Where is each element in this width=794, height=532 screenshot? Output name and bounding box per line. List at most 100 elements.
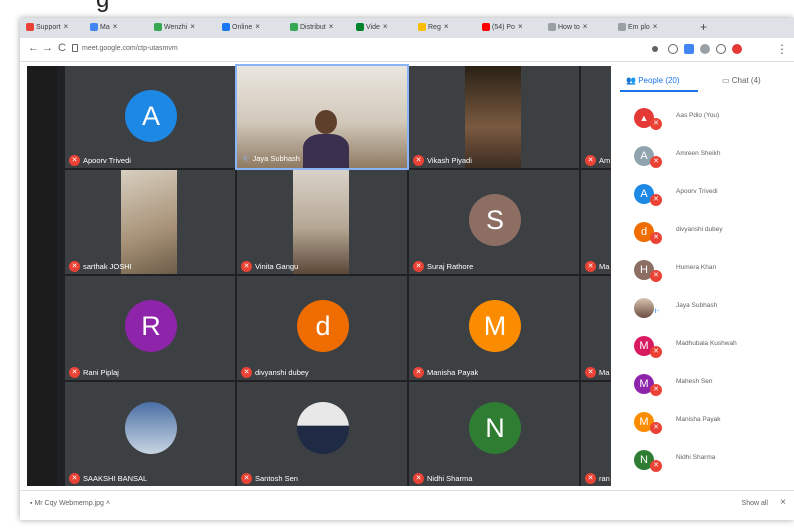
close-tab-icon[interactable]: × <box>255 22 260 31</box>
url-field[interactable]: meet.google.com/ctp-utasmvm <box>82 45 178 52</box>
participant-tile[interactable]: ✕ Vikash Piyadi <box>409 66 579 168</box>
filmstrip-edge <box>27 66 57 486</box>
show-all-downloads-link[interactable]: Show all <box>742 500 768 507</box>
download-bar: ▪ Mr Cqy Webmemp.jpg ˄ Show all × <box>20 490 794 520</box>
people-list-item[interactable]: ▲ ✕ Aas Pdio (You) <box>612 102 794 140</box>
profile-photo <box>125 402 177 454</box>
participant-name: Am <box>599 156 611 166</box>
participant-tile[interactable]: ✕ Ma <box>581 170 611 274</box>
participant-tile[interactable]: N ✕ Nidhi Sharma <box>409 382 579 486</box>
reload-button[interactable]: C <box>58 42 66 54</box>
tab-support[interactable]: Support × <box>26 22 86 38</box>
speaking-indicator-icon: ·ı· <box>652 306 660 315</box>
avatar: A <box>125 90 177 142</box>
mic-off-icon: ✕ <box>585 473 596 485</box>
participant-tile[interactable]: M ✕ Manisha Payak <box>409 276 579 380</box>
close-tab-icon[interactable]: × <box>190 22 195 31</box>
people-list-item[interactable]: M ✕ Madhubala Kushwah <box>612 330 794 368</box>
mic-off-icon: ✕ <box>69 367 80 379</box>
people-icon: 👥 <box>626 76 639 85</box>
participant-tile-active-speaker[interactable]: ·ı|· Jaya Subhash <box>235 64 409 170</box>
participant-tile[interactable]: ✕ Ma <box>581 276 611 380</box>
close-icon[interactable]: × <box>780 497 786 508</box>
tab-chat[interactable]: ▭ Chat (4) <box>722 76 761 85</box>
tab-reg[interactable]: Reg × <box>418 22 478 38</box>
extension-icon[interactable] <box>700 44 710 54</box>
participant-name: Ma <box>599 262 610 272</box>
avatar: R <box>125 300 177 352</box>
tab-distribut[interactable]: Distribut × <box>290 22 352 38</box>
close-tab-icon[interactable]: × <box>444 22 449 31</box>
close-tab-icon[interactable]: × <box>518 22 523 31</box>
extension-icon[interactable] <box>716 44 726 54</box>
people-list-item[interactable]: ·ı· Jaya Subhash <box>612 292 794 330</box>
person-head <box>315 110 337 134</box>
tab-favicon-icon <box>290 23 298 32</box>
participant-tile[interactable]: ✕ Vinita Gangu <box>237 170 407 274</box>
person-body <box>303 134 349 168</box>
new-tab-button[interactable]: + <box>700 20 707 34</box>
downloaded-file-item[interactable]: ▪ Mr Cqy Webmemp.jpg ˄ <box>30 500 110 507</box>
browser-menu-icon[interactable]: ⋮ <box>776 42 788 56</box>
chevron-up-icon[interactable]: ˄ <box>104 500 110 507</box>
participant-name: Apoorv Trivedi <box>83 156 131 166</box>
people-list-item[interactable]: M ✕ Mahesh Sen <box>612 368 794 406</box>
participant-tile[interactable]: ✕ ran <box>581 382 611 486</box>
star-icon[interactable] <box>668 44 678 54</box>
people-list-item[interactable]: N ✕ Nidhi Sharma <box>612 444 794 482</box>
forward-button[interactable]: → <box>42 42 53 54</box>
extension-icon[interactable] <box>684 44 694 54</box>
person-name: Humera Khan <box>676 264 717 271</box>
close-tab-icon[interactable]: × <box>329 22 334 31</box>
participant-name: Vikash Piyadi <box>427 156 472 166</box>
tab-favicon-icon <box>418 23 426 32</box>
mic-off-icon: ✕ <box>69 261 80 273</box>
people-list-item[interactable]: d ✕ divyanshi dubey <box>612 216 794 254</box>
people-list-item[interactable]: A ✕ Amreen Sheikh <box>612 140 794 178</box>
participant-tile[interactable]: R ✕ Rani Piplaj <box>65 276 235 380</box>
person-name: divyanshi dubey <box>676 226 723 233</box>
chat-icon: ▭ <box>722 76 732 85</box>
participant-tile[interactable]: ✕ Santosh Sen <box>237 382 407 486</box>
participant-tile[interactable]: ✕ SAAKSHI BANSAL <box>65 382 235 486</box>
people-list-item[interactable]: M ✕ Manisha Payak <box>612 406 794 444</box>
tile-label: ✕ Suraj Rathore <box>413 258 474 273</box>
participant-name: Suraj Rathore <box>427 262 474 272</box>
tab-video[interactable]: Vide × <box>356 22 414 38</box>
mic-off-icon: ✕ <box>69 155 80 167</box>
mic-off-icon: ✕ <box>413 155 424 167</box>
participant-tile[interactable]: A ✕ Apoorv Trivedi <box>65 66 235 168</box>
camera-indicator-icon[interactable] <box>652 46 658 52</box>
tab-youtube[interactable]: (54) Po × <box>482 22 544 38</box>
tab-how-to[interactable]: How to × <box>548 22 614 38</box>
close-tab-icon[interactable]: × <box>383 22 388 31</box>
participant-tile[interactable]: ✕ Am <box>581 66 611 168</box>
mic-off-icon: ✕ <box>650 156 662 168</box>
profile-avatar[interactable] <box>732 44 742 54</box>
people-list-item[interactable]: H ✕ Humera Khan <box>612 254 794 292</box>
person-name: Amreen Sheikh <box>676 150 721 157</box>
tile-label: ✕ Vinita Gangu <box>241 258 298 273</box>
tab-ma[interactable]: Ma × <box>90 22 150 38</box>
close-tab-icon[interactable]: × <box>583 22 588 31</box>
tab-favicon-icon <box>548 23 556 32</box>
tab-online[interactable]: Online × <box>222 22 286 38</box>
tab-em-plo[interactable]: Em plo × <box>618 22 688 38</box>
close-tab-icon[interactable]: × <box>113 22 118 31</box>
mic-off-icon: ✕ <box>241 261 252 273</box>
tab-favicon-icon <box>618 23 626 32</box>
people-list-item[interactable]: A ✕ Apoorv Trivedi <box>612 178 794 216</box>
participant-tile[interactable]: ✕ sarthak JOSHI <box>65 170 235 274</box>
tab-wenzhi[interactable]: Wenzhi × <box>154 22 218 38</box>
participant-tile[interactable]: S ✕ Suraj Rathore <box>409 170 579 274</box>
mic-off-icon: ✕ <box>650 346 662 358</box>
close-tab-icon[interactable]: × <box>64 22 69 31</box>
close-tab-icon[interactable]: × <box>653 22 658 31</box>
tile-label: ✕ Santosh Sen <box>241 470 298 485</box>
participant-name: Manisha Payak <box>427 368 479 378</box>
participant-name: divyanshi dubey <box>255 368 309 378</box>
participant-name: Santosh Sen <box>255 474 298 484</box>
tab-people[interactable]: 👥 People (20) <box>626 76 680 85</box>
participant-tile[interactable]: d ✕ divyanshi dubey <box>237 276 407 380</box>
back-button[interactable]: ← <box>28 42 39 54</box>
